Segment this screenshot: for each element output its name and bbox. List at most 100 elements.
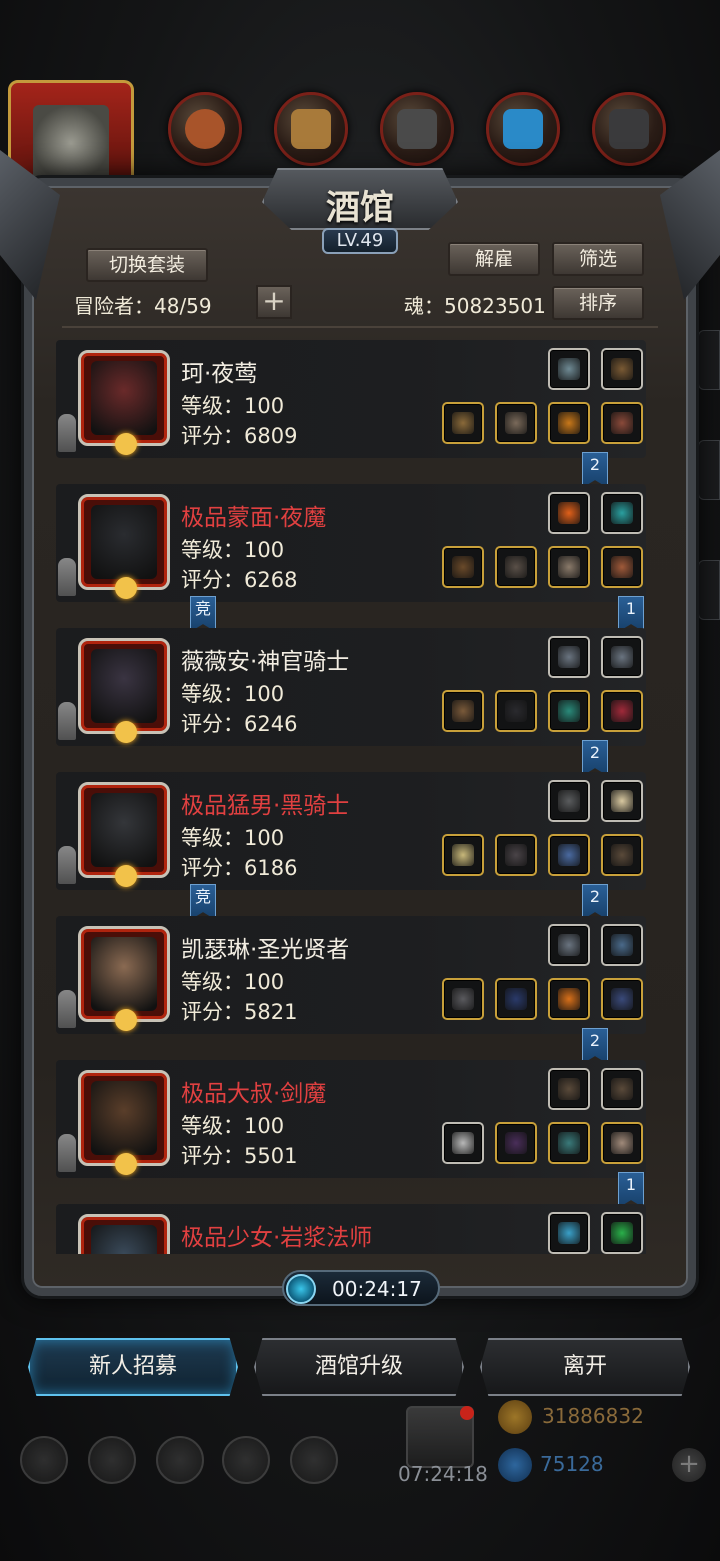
hero-face (91, 505, 157, 579)
equipment-slot[interactable] (548, 1212, 590, 1254)
equipment-slot[interactable] (495, 978, 537, 1020)
sort-button[interactable]: 排序 (552, 286, 644, 320)
hero-card[interactable]: 极品大叔·剑魔 等级：100 评分：5501 (56, 1060, 646, 1178)
hero-portrait[interactable] (78, 1214, 170, 1254)
hero-face (91, 649, 157, 723)
hero-card[interactable]: 极品猛男·黑骑士 等级：100 评分：6186 (56, 772, 646, 890)
equipment-icon (558, 1222, 580, 1244)
equipment-icon (558, 1078, 580, 1100)
equipment-slot[interactable] (548, 690, 590, 732)
equipment-slot[interactable] (601, 492, 643, 534)
equipment-slot[interactable] (548, 636, 590, 678)
hero-card[interactable]: 极品少女·岩浆法师 (56, 1204, 646, 1254)
settings-icon (20, 1436, 68, 1484)
equipment-icon (611, 412, 633, 434)
equipment-icon (611, 844, 633, 866)
equipment-slot[interactable] (442, 402, 484, 444)
equipment-icon (505, 844, 527, 866)
hero-score: 评分：5501 (181, 1144, 298, 1168)
equipment-slot[interactable] (442, 690, 484, 732)
upgrade-tavern-button[interactable]: 酒馆升级 (254, 1338, 464, 1396)
equipment-slot[interactable] (601, 780, 643, 822)
hero-name: 珂·夜莺 (181, 361, 258, 387)
hero-card[interactable]: 极品蒙面·夜魔 等级：100 评分：6268 (56, 484, 646, 602)
switch-outfit-button[interactable]: 切换套装 (86, 248, 208, 282)
add-capacity-button[interactable]: + (256, 285, 292, 319)
resource-crystal-icon (486, 92, 560, 166)
equipment-slot[interactable] (442, 1122, 484, 1164)
rank-badge: 2 (582, 1028, 608, 1064)
equipment-slot[interactable] (548, 348, 590, 390)
equipment-slot[interactable] (601, 1212, 643, 1254)
hero-list[interactable]: 珂·夜莺 等级：100 评分：6809 2 极品蒙面·夜魔 等级：100 评分：6268 竞 1… (56, 340, 664, 1254)
equipment-slot[interactable] (601, 546, 643, 588)
hero-level: 等级：100 (181, 970, 285, 994)
equipment-icon (558, 844, 580, 866)
equipment-icon (558, 988, 580, 1010)
equipment-slot[interactable] (495, 402, 537, 444)
rank-badge: 2 (582, 884, 608, 920)
hero-card[interactable]: 珂·夜莺 等级：100 评分：6809 (56, 340, 646, 458)
equipment-slot[interactable] (495, 834, 537, 876)
equipment-slot[interactable] (548, 1068, 590, 1110)
equipment-icon (611, 790, 633, 812)
equipment-slot[interactable] (495, 1122, 537, 1164)
recruit-button[interactable]: 新人招募 (28, 1338, 238, 1396)
equipment-slot[interactable] (495, 690, 537, 732)
rank-badge: 1 (618, 1172, 644, 1208)
equipment-slot[interactable] (548, 492, 590, 534)
header-divider (62, 326, 658, 328)
leave-button[interactable]: 离开 (480, 1338, 690, 1396)
moon-icon (115, 721, 137, 743)
equipment-slot[interactable] (548, 924, 590, 966)
hero-score: 评分：6186 (181, 856, 298, 880)
gem-amount: 75128 (540, 1452, 604, 1476)
hero-portrait[interactable] (78, 638, 170, 743)
equipment-icon (452, 1132, 474, 1154)
equipment-slot[interactable] (601, 636, 643, 678)
equipment-slot[interactable] (601, 402, 643, 444)
equipment-slot[interactable] (601, 690, 643, 732)
hero-score: 评分：6809 (181, 424, 298, 448)
hero-score: 评分：6268 (181, 568, 298, 592)
equipment-slot[interactable] (601, 1068, 643, 1110)
equipment-slot[interactable] (601, 1122, 643, 1164)
equipment-slot[interactable] (442, 978, 484, 1020)
equipment-slot[interactable] (548, 546, 590, 588)
spirit-icon (58, 1134, 76, 1172)
equipment-slot[interactable] (601, 834, 643, 876)
dismiss-button[interactable]: 解雇 (448, 242, 540, 276)
resource-wood-icon (274, 92, 348, 166)
arena-badge: 竞 (190, 596, 216, 632)
equipment-slot[interactable] (548, 780, 590, 822)
equipment-slot[interactable] (442, 546, 484, 588)
filter-button[interactable]: 筛选 (552, 242, 644, 276)
equipment-slot[interactable] (548, 978, 590, 1020)
equipment-slot[interactable] (601, 348, 643, 390)
equipment-slot[interactable] (442, 834, 484, 876)
achievement-icon (88, 1436, 136, 1484)
equipment-slot[interactable] (548, 1122, 590, 1164)
refresh-timer: 00:24:17 (282, 1270, 440, 1306)
arena-badge: 竞 (190, 884, 216, 920)
hero-face (91, 361, 157, 435)
hero-name: 极品猛男·黑骑士 (181, 793, 350, 819)
gift-timer: 07:24:18 (398, 1462, 488, 1486)
equipment-slot[interactable] (495, 546, 537, 588)
equipment-slot[interactable] (601, 978, 643, 1020)
hero-card[interactable]: 凯瑟琳·圣光贤者 等级：100 评分：5821 (56, 916, 646, 1034)
equipment-slot[interactable] (601, 924, 643, 966)
hero-card[interactable]: 薇薇安·神官骑士 等级：100 评分：6246 (56, 628, 646, 746)
moon-icon (115, 865, 137, 887)
equipment-icon (611, 1078, 633, 1100)
hero-portrait[interactable] (78, 494, 170, 599)
equipment-slot[interactable] (548, 402, 590, 444)
hero-portrait[interactable] (78, 1070, 170, 1175)
equipment-icon (452, 556, 474, 578)
hero-portrait[interactable] (78, 350, 170, 455)
hero-portrait[interactable] (78, 926, 170, 1031)
equipment-slot[interactable] (548, 834, 590, 876)
hero-portrait[interactable] (78, 782, 170, 887)
equipment-icon (505, 1132, 527, 1154)
gift-notification-dot (460, 1406, 474, 1420)
